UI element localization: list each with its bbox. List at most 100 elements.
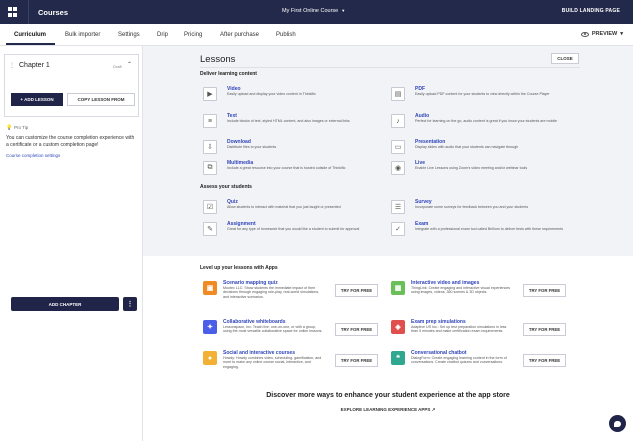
- app-card: ❝ Conversational chatbot DialogForm: Cre…: [391, 350, 571, 382]
- lesson-type-video[interactable]: ▶ Video Easily upload and display your v…: [203, 86, 381, 106]
- deliver-section-label: Deliver learning content: [200, 71, 257, 77]
- lesson-type-live[interactable]: ◉ Live Enable Live Lessons using Zoom's …: [391, 160, 569, 180]
- chapter-name: Chapter 1: [19, 62, 50, 69]
- lesson-type-desc: Great for any type of homework that you …: [227, 227, 360, 231]
- discover-heading: Discover more ways to enhance your stude…: [266, 392, 510, 399]
- lesson-type-multimedia[interactable]: ⧉ Multimedia Include a great resource in…: [203, 160, 381, 180]
- lesson-type-desc: Integrate with a professional exam tool …: [415, 227, 564, 231]
- app-card: ▣ Scenario mapping quiz Mootec LLC: Show…: [203, 280, 383, 312]
- curriculum-sidebar: ⋮ Chapter 1 Draft ⌃ + ADD LESSON COPY LE…: [0, 46, 143, 441]
- chat-bubble-icon[interactable]: [609, 415, 626, 432]
- lesson-type-survey[interactable]: ☰ Survey Incorporate some surveys for fe…: [391, 199, 569, 219]
- more-options-icon[interactable]: ⋮: [123, 297, 137, 311]
- lesson-type-presentation[interactable]: ▭ Presentation Display slides with audio…: [391, 139, 569, 159]
- preview-button[interactable]: PREVIEW ▾: [580, 31, 623, 37]
- exam-prep-icon: ◈: [391, 320, 405, 334]
- drag-handle-icon[interactable]: ⋮: [9, 62, 15, 69]
- build-landing-page-button[interactable]: BUILD LANDING PAGE: [562, 8, 620, 14]
- lesson-type-desc: Include a great resource into your cours…: [227, 166, 346, 170]
- lesson-type-text[interactable]: ≡ Text Include blocks of text, styled HT…: [203, 113, 381, 133]
- tab-publish[interactable]: Publish: [276, 32, 296, 38]
- course-selector[interactable]: My First Online Course ▼: [282, 8, 345, 14]
- tab-bulk-importer[interactable]: Bulk importer: [65, 32, 100, 38]
- tab-pricing[interactable]: Pricing: [184, 32, 202, 38]
- lesson-type-download[interactable]: ⇩ Download Distribute files to your stud…: [203, 139, 381, 159]
- chapter-status-badge: Draft: [113, 64, 122, 69]
- quiz-icon: ☑: [203, 200, 217, 214]
- lesson-type-desc: Perfect for learning on the go, audio co…: [415, 119, 558, 123]
- tab-drip[interactable]: Drip: [157, 32, 168, 38]
- lesson-type-pdf[interactable]: ▤ PDF Easily upload PDF content for your…: [391, 86, 569, 106]
- tab-after-purchase[interactable]: After purchase: [220, 32, 259, 38]
- lesson-type-desc: Incorporate some surveys for feedback be…: [415, 205, 529, 209]
- top-bar: Courses My First Online Course ▼ BUILD LA…: [0, 0, 633, 24]
- try-for-free-button[interactable]: TRY FOR FREE: [523, 354, 566, 367]
- live-icon: ◉: [391, 161, 405, 175]
- app-card: ◈ Exam prep simulations Adaptive US Inc.…: [391, 319, 571, 351]
- app-desc: Howdy: Howdy combines video, scheduling,…: [223, 356, 322, 369]
- try-for-free-button[interactable]: TRY FOR FREE: [523, 323, 566, 336]
- presentation-icon: ▭: [391, 140, 405, 154]
- lesson-type-desc: Easily upload PDF content for your stude…: [415, 92, 550, 96]
- video-icon: ▶: [203, 87, 217, 101]
- topbar-divider: [28, 0, 29, 24]
- app-desc: Mootec LLC: Show students the immediate …: [223, 286, 320, 299]
- active-tab-indicator: [6, 43, 55, 45]
- lesson-type-exam[interactable]: ✓ Exam Integrate with a professional exa…: [391, 221, 569, 241]
- apps-section-title: Level up your lessons with Apps: [200, 265, 278, 271]
- divider: [200, 67, 580, 68]
- apps-grid-icon[interactable]: [8, 7, 18, 17]
- copy-lesson-button[interactable]: COPY LESSON FROM: [67, 93, 135, 106]
- pdf-icon: ▤: [391, 87, 405, 101]
- exam-icon: ✓: [391, 222, 405, 236]
- app-card: ● Social and interactive courses Howdy: …: [203, 350, 383, 382]
- tab-curriculum[interactable]: Curriculum: [14, 32, 46, 38]
- eye-icon: [580, 31, 589, 37]
- protip-label: Pro Tip: [14, 125, 29, 130]
- try-for-free-button[interactable]: TRY FOR FREE: [523, 284, 566, 297]
- course-tabs: Curriculum Bulk importer Settings Drip P…: [0, 24, 633, 46]
- chapter-card[interactable]: ⋮ Chapter 1 Draft ⌃ + ADD LESSON COPY LE…: [4, 54, 139, 117]
- lesson-type-quiz[interactable]: ☑ Quiz Allow students to interact with m…: [203, 199, 381, 219]
- chevron-down-icon: ▾: [620, 31, 623, 37]
- explore-apps-link[interactable]: EXPLORE LEARNING EXPERIENCE APPS ↗: [143, 407, 633, 413]
- chatbot-icon: ❝: [391, 351, 405, 365]
- course-name: My First Online Course: [282, 8, 339, 14]
- multimedia-icon: ⧉: [203, 161, 217, 175]
- apps-section: Level up your lessons with Apps ▣ Scenar…: [143, 256, 633, 441]
- lessons-title: Lessons: [200, 54, 236, 65]
- lesson-type-assignment[interactable]: ✎ Assignment Great for any type of homew…: [203, 221, 381, 241]
- download-icon: ⇩: [203, 140, 217, 154]
- social-course-icon: ●: [203, 351, 217, 365]
- app-desc: ThingLink: Create engaging and interacti…: [411, 286, 511, 295]
- lesson-type-desc: Distribute files to your students: [227, 145, 277, 149]
- whiteboard-icon: ✦: [203, 320, 217, 334]
- audio-icon: ♪: [391, 114, 405, 128]
- close-button[interactable]: CLOSE: [551, 53, 579, 64]
- chevron-up-icon[interactable]: ⌃: [127, 61, 132, 68]
- add-chapter-button[interactable]: ADD CHAPTER: [11, 297, 119, 311]
- text-icon: ≡: [203, 114, 217, 128]
- lesson-type-desc: Display slides with audio that your stud…: [415, 145, 519, 149]
- lesson-type-desc: Include blocks of text, styled HTML cont…: [227, 119, 350, 123]
- caret-down-icon: ▼: [341, 8, 346, 13]
- lesson-type-desc: Allow students to interact with material…: [227, 205, 341, 209]
- lesson-type-desc: Easily upload and display your video con…: [227, 92, 316, 96]
- app-card: ✦ Collaborative whiteboards Lessonspace,…: [203, 319, 383, 351]
- app-desc: Adaptive US Inc.: Set up test preparatio…: [411, 325, 507, 334]
- tab-settings[interactable]: Settings: [118, 32, 140, 38]
- course-completion-link[interactable]: Course completion settings: [6, 153, 60, 158]
- protip-text: You can customize the course completion …: [6, 135, 135, 148]
- thinglink-icon: ▦: [391, 281, 405, 295]
- lesson-type-desc: Enable Live Lessons using Zoom's video m…: [415, 166, 528, 170]
- try-for-free-button[interactable]: TRY FOR FREE: [335, 323, 378, 336]
- lesson-type-audio[interactable]: ♪ Audio Perfect for learning on the go, …: [391, 113, 569, 133]
- assignment-icon: ✎: [203, 222, 217, 236]
- add-lesson-button[interactable]: + ADD LESSON: [11, 93, 63, 106]
- lightbulb-icon: 💡: [6, 125, 13, 131]
- preview-label: PREVIEW: [591, 31, 618, 37]
- app-desc: Lessonspace, Inc: Teach live, one-on-one…: [223, 325, 323, 334]
- app-desc: DialogForm: Create engaging learning con…: [411, 356, 507, 365]
- try-for-free-button[interactable]: TRY FOR FREE: [335, 284, 378, 297]
- try-for-free-button[interactable]: TRY FOR FREE: [335, 354, 378, 367]
